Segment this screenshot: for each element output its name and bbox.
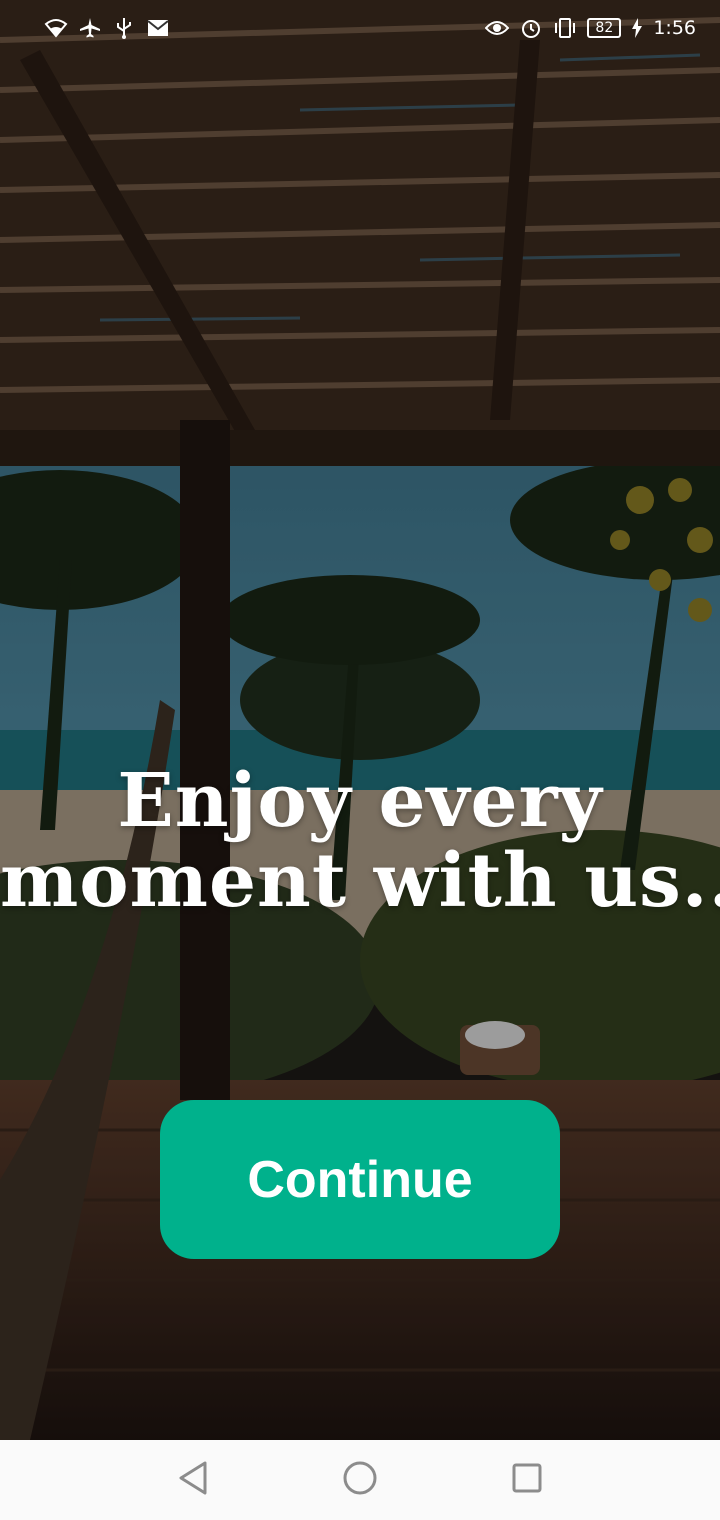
wifi-icon — [44, 16, 68, 40]
back-icon — [177, 1460, 209, 1501]
status-bar: 82 1:56 — [0, 0, 720, 56]
alarm-icon — [519, 16, 543, 40]
usb-icon — [112, 16, 136, 40]
navigation-bar — [0, 1440, 720, 1520]
recents-icon — [511, 1462, 543, 1499]
status-right: 82 1:56 — [485, 16, 696, 40]
eye-icon — [485, 16, 510, 40]
headline-line-2: moment with us.. — [0, 837, 720, 924]
back-button[interactable] — [163, 1450, 223, 1510]
clock: 1:56 — [653, 17, 696, 39]
headline-line-1: Enjoy every — [117, 758, 603, 844]
airplane-icon — [78, 16, 102, 40]
battery-icon: 82 — [587, 18, 622, 38]
home-button[interactable] — [330, 1450, 390, 1510]
vibrate-icon — [553, 16, 577, 40]
mail-icon — [146, 16, 170, 40]
continue-button[interactable]: Continue — [160, 1100, 560, 1259]
status-left — [44, 16, 170, 40]
recents-button[interactable] — [497, 1450, 557, 1510]
home-icon — [342, 1460, 378, 1501]
welcome-headline: Enjoy every moment with us.. — [0, 758, 720, 924]
charging-icon — [631, 16, 643, 40]
